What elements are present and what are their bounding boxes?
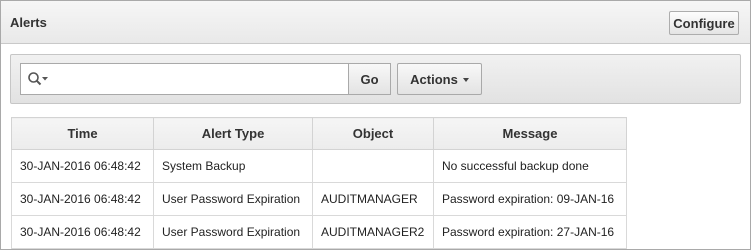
search-field[interactable] bbox=[20, 63, 349, 95]
table-row: 30-JAN-2016 06:48:42 User Password Expir… bbox=[11, 182, 627, 216]
cell-object bbox=[312, 149, 434, 183]
caret-down-icon bbox=[462, 77, 469, 82]
table-row: 30-JAN-2016 06:48:42 System Backup No su… bbox=[11, 149, 627, 183]
cell-alert-type: User Password Expiration bbox=[153, 182, 313, 216]
column-header-message[interactable]: Message bbox=[433, 117, 627, 150]
actions-menu-button[interactable]: Actions bbox=[397, 63, 482, 95]
column-header-time[interactable]: Time bbox=[11, 117, 154, 150]
table-header-row: Time Alert Type Object Message bbox=[11, 117, 627, 150]
cell-message: Password expiration: 27-JAN-16 bbox=[433, 215, 627, 249]
go-button[interactable]: Go bbox=[348, 63, 391, 95]
cell-object: AUDITMANAGER2 bbox=[312, 215, 434, 249]
cell-message: Password expiration: 09-JAN-16 bbox=[433, 182, 627, 216]
cell-time: 30-JAN-2016 06:48:42 bbox=[11, 182, 154, 216]
report-toolbar: Go Actions bbox=[10, 54, 741, 104]
alerts-table: Time Alert Type Object Message 30-JAN-20… bbox=[11, 117, 627, 249]
column-header-object[interactable]: Object bbox=[312, 117, 434, 150]
cell-time: 30-JAN-2016 06:48:42 bbox=[11, 149, 154, 183]
cell-message: No successful backup done bbox=[433, 149, 627, 183]
table-row: 30-JAN-2016 06:48:42 User Password Expir… bbox=[11, 215, 627, 249]
configure-button[interactable]: Configure bbox=[669, 11, 739, 35]
region-header: Alerts Configure bbox=[1, 1, 750, 44]
search-icon[interactable] bbox=[27, 71, 49, 87]
cell-object: AUDITMANAGER bbox=[312, 182, 434, 216]
region-title: Alerts bbox=[10, 15, 47, 30]
cell-time: 30-JAN-2016 06:48:42 bbox=[11, 215, 154, 249]
alerts-region: Alerts Configure Go Actions Time Alert T… bbox=[0, 0, 751, 250]
search-input[interactable] bbox=[51, 68, 341, 90]
cell-alert-type: System Backup bbox=[153, 149, 313, 183]
column-header-alert-type[interactable]: Alert Type bbox=[153, 117, 313, 150]
cell-alert-type: User Password Expiration bbox=[153, 215, 313, 249]
actions-label: Actions bbox=[410, 71, 458, 87]
